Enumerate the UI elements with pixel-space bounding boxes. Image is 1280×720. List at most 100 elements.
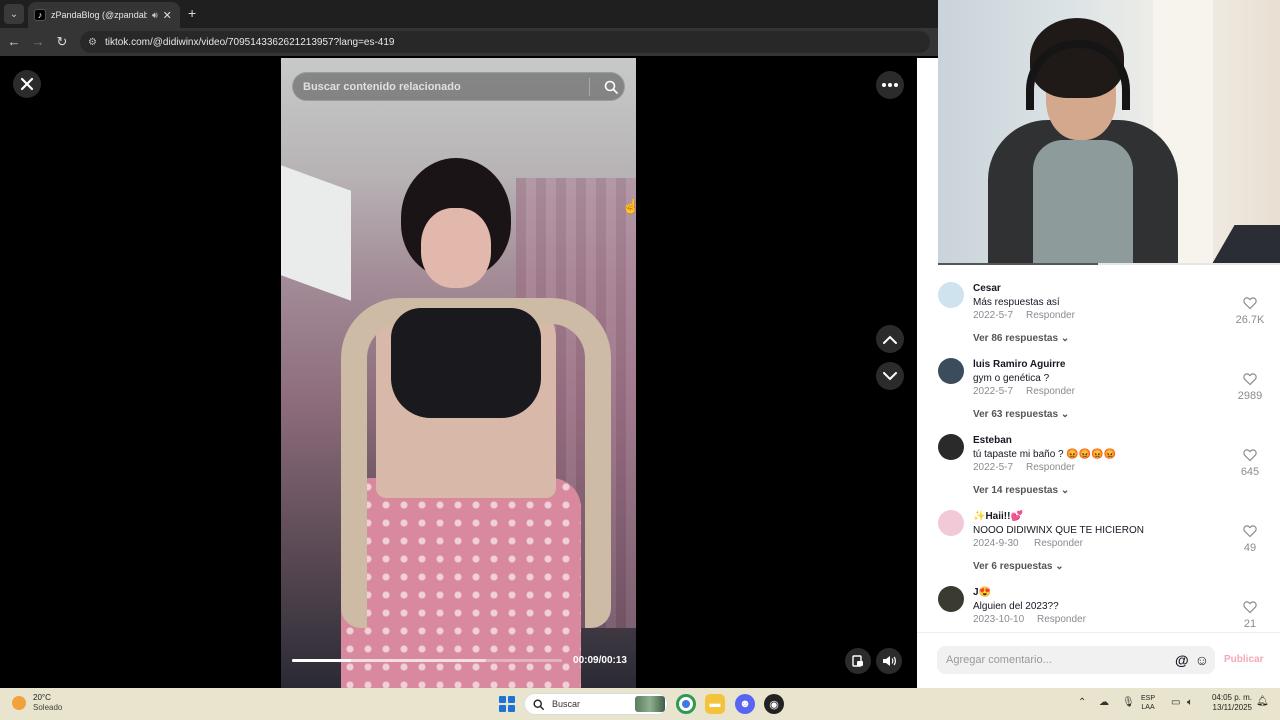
chevron-down-icon: ⌄ (1060, 409, 1070, 420)
url-text: tiktok.com/@didiwinx/video/7095143362621… (104, 36, 395, 48)
back-icon[interactable]: ← (6, 34, 22, 50)
view-replies-label: Ver 14 respuestas (973, 485, 1059, 496)
video-scene-ac (281, 165, 351, 301)
comment-text: gym o genética ? (973, 373, 1050, 384)
address-bar[interactable]: ⚙ tiktok.com/@didiwinx/video/70951433626… (80, 31, 930, 53)
reload-icon[interactable]: ↻ (54, 34, 70, 50)
chevron-down-icon: ⌄ (1060, 333, 1070, 344)
video-scene-top (391, 308, 541, 418)
video-progress-bar[interactable] (292, 659, 562, 662)
comment-list[interactable]: Cesar Más respuestas así 2022-5-7 Respon… (917, 272, 1280, 632)
speaker-icon (883, 656, 896, 666)
tab-list-button[interactable]: ⌄ (4, 4, 24, 24)
language-indicator[interactable]: ESP LAA (1141, 694, 1155, 712)
chevron-down-icon (883, 371, 897, 380)
more-icon (882, 83, 898, 87)
network-icon[interactable]: ▭ (1171, 697, 1180, 708)
comment-author[interactable]: luis Ramiro Aguirre (973, 359, 1065, 370)
site-settings-icon[interactable]: ⚙ (88, 37, 97, 48)
heart-icon[interactable] (1243, 448, 1257, 462)
comment-date: 2022-5-7 (973, 462, 1014, 473)
previous-video-button[interactable] (876, 325, 904, 353)
search-highlight-image (635, 696, 665, 712)
reply-button[interactable]: Responder (1026, 386, 1075, 397)
view-replies-button[interactable]: Ver 63 respuestas ⌄ (973, 409, 1069, 420)
avatar[interactable] (938, 586, 964, 612)
obs-icon[interactable]: ◉ (764, 694, 784, 714)
next-video-button[interactable] (876, 362, 904, 390)
heart-icon[interactable] (1243, 524, 1257, 538)
comment-text: Alguien del 2023?? (973, 601, 1059, 612)
search-icon[interactable] (598, 80, 624, 94)
avatar[interactable] (938, 510, 964, 536)
floating-player-button[interactable] (845, 648, 871, 674)
address-toolbar: ← → ↻ ⚙ tiktok.com/@didiwinx/video/70951… (0, 28, 938, 56)
microphone-icon[interactable]: 🎙︎ (1122, 697, 1135, 708)
comment-author[interactable]: J😍 (973, 587, 991, 598)
close-tab-icon[interactable]: ✕ (163, 9, 172, 22)
volume-button[interactable] (876, 648, 902, 674)
close-icon (20, 77, 34, 91)
comment-author[interactable]: Cesar (973, 283, 1001, 294)
taskbar-search[interactable]: Buscar (524, 693, 668, 715)
publish-button[interactable]: Publicar (1224, 654, 1263, 665)
heart-icon[interactable] (1243, 600, 1257, 614)
heart-icon[interactable] (1243, 296, 1257, 310)
like-count: 49 (1243, 542, 1257, 554)
forward-icon[interactable]: → (30, 34, 46, 50)
emoji-icon[interactable]: ☺ (1195, 652, 1209, 668)
system-clock[interactable]: 04:05 p. m. 13/11/2025 (1204, 693, 1252, 713)
chevron-up-icon (883, 335, 897, 344)
comment-author[interactable]: Esteban (973, 435, 1012, 446)
reply-button[interactable]: Responder (1026, 310, 1075, 321)
browser-tab[interactable]: ♪ zPandaBlog (@zpandablog 🔊︎ ✕ (28, 2, 180, 28)
discord-icon[interactable]: ☻ (735, 694, 755, 714)
view-replies-button[interactable]: Ver 6 respuestas ⌄ (973, 561, 1064, 572)
volume-icon[interactable]: 🔈︎ (1187, 697, 1193, 708)
view-replies-label: Ver 6 respuestas (973, 561, 1053, 572)
view-replies-button[interactable]: Ver 86 respuestas ⌄ (973, 333, 1069, 344)
view-replies-button[interactable]: Ver 14 respuestas ⌄ (973, 485, 1069, 496)
video-player[interactable] (281, 58, 636, 688)
weather-widget[interactable]: 20°C Soleado (12, 693, 62, 713)
reply-button[interactable]: Responder (1037, 614, 1086, 625)
taskbar-search-placeholder: Buscar (552, 699, 581, 709)
comment-item: Esteban tú tapaste mi baño ? 😡😡😡😡 2022-5… (917, 424, 1280, 500)
view-replies-label: Ver 63 respuestas (973, 409, 1059, 420)
avatar[interactable] (938, 282, 964, 308)
start-button[interactable] (499, 696, 515, 712)
notification-bell-icon[interactable]: 🔔︎ (1256, 696, 1269, 707)
comment-text: tú tapaste mi baño ? 😡😡😡😡 (973, 449, 1117, 460)
floating-player-icon (852, 655, 863, 667)
onedrive-icon[interactable]: ☁ (1099, 697, 1109, 708)
windows-logo-tile (499, 705, 506, 712)
comment-date: 2023-10-10 (973, 614, 1025, 625)
more-options-button[interactable] (876, 71, 904, 99)
comment-item: ✨Haii!!💕 NOOO DIDIWINX QUE TE HICIERON 2… (917, 500, 1280, 576)
chevron-down-icon: ⌄ (1055, 561, 1064, 572)
chevron-down-icon: ⌄ (9, 8, 19, 20)
chrome-icon[interactable] (676, 694, 696, 714)
mention-icon[interactable]: @ (1175, 652, 1189, 668)
avatar[interactable] (938, 434, 964, 460)
chevron-up-icon[interactable]: ⌃ (1078, 697, 1086, 708)
related-search-input[interactable]: Buscar contenido relacionado (292, 72, 625, 101)
heart-icon[interactable] (1243, 372, 1257, 386)
reply-button[interactable]: Responder (1026, 462, 1075, 473)
comment-text: Más respuestas así (973, 297, 1060, 308)
close-viewer-button[interactable] (13, 70, 41, 98)
file-explorer-icon[interactable]: ▬ (705, 694, 725, 714)
windows-logo-tile (499, 696, 506, 703)
comment-item: J😍 Alguien del 2023?? 2023-10-10 Respond… (917, 576, 1280, 632)
webcam-scene-keyboard (1211, 225, 1280, 264)
comment-date: 2024-9-30 (973, 538, 1019, 549)
speaker-icon[interactable]: 🔊︎ (152, 10, 158, 21)
view-replies-label: Ver 86 respuestas (973, 333, 1059, 344)
comment-author[interactable]: ✨Haii!!💕 (973, 511, 1023, 522)
comment-input[interactable]: Agregar comentario... @ ☺ (937, 646, 1215, 674)
mouse-pointer-icon: ☝ (622, 198, 640, 214)
weather-condition: Soleado (33, 703, 63, 712)
new-tab-button[interactable]: + (188, 6, 196, 20)
reply-button[interactable]: Responder (1034, 538, 1083, 549)
avatar[interactable] (938, 358, 964, 384)
